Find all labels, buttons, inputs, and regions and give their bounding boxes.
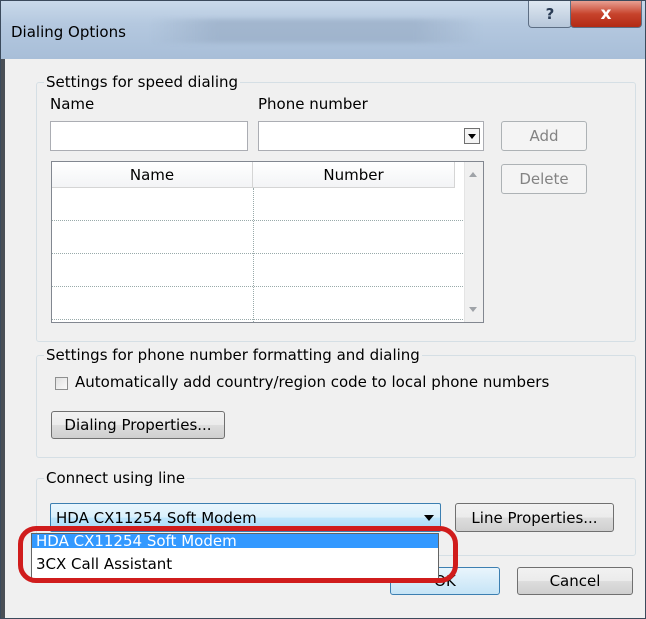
- table-header: Name Number: [52, 162, 455, 188]
- chevron-down-icon: [424, 514, 434, 521]
- dialog-client-area: Settings for speed dialing Name Phone nu…: [9, 59, 637, 611]
- line-select-value: HDA CX11254 Soft Modem: [56, 509, 257, 527]
- window-title: Dialing Options: [11, 23, 126, 41]
- phone-number-dropdown-button[interactable]: [462, 123, 482, 149]
- down-triangle-icon: [468, 133, 476, 139]
- help-button[interactable]: ?: [528, 1, 572, 28]
- highlight-annotation-ring: [18, 526, 458, 583]
- scroll-down-icon[interactable]: [469, 307, 477, 312]
- dialing-properties-button[interactable]: Dialing Properties...: [51, 411, 225, 439]
- name-input[interactable]: [50, 121, 248, 151]
- table-row[interactable]: [52, 221, 465, 254]
- scroll-up-icon[interactable]: [469, 172, 477, 177]
- line-properties-button[interactable]: Line Properties...: [455, 503, 614, 532]
- column-header-number[interactable]: Number: [253, 162, 455, 188]
- dialing-options-dialog: Dialing Options ? x Settings for speed d…: [0, 0, 646, 619]
- delete-button[interactable]: Delete: [501, 164, 587, 194]
- column-header-name[interactable]: Name: [52, 162, 253, 188]
- formatting-group-label: Settings for phone number formatting and…: [44, 346, 422, 364]
- add-button[interactable]: Add: [501, 121, 587, 151]
- speed-dialing-group-label: Settings for speed dialing: [44, 73, 241, 91]
- column-separator: [253, 188, 254, 322]
- phone-number-label: Phone number: [258, 95, 368, 113]
- chevron-down-icon: [464, 128, 480, 144]
- title-bar-blur: [151, 19, 481, 43]
- phone-number-combobox[interactable]: [258, 121, 484, 151]
- window-left-edge: [1, 1, 5, 618]
- country-code-checkbox-label: Automatically add country/region code to…: [75, 373, 550, 391]
- table-scrollbar[interactable]: [464, 162, 483, 322]
- close-button[interactable]: x: [570, 1, 642, 28]
- table-row[interactable]: [52, 188, 465, 221]
- country-code-checkbox[interactable]: [55, 377, 68, 390]
- connect-line-group-label: Connect using line: [44, 469, 188, 487]
- speed-dial-table[interactable]: Name Number: [51, 161, 484, 323]
- help-icon: ?: [545, 5, 555, 23]
- title-bar[interactable]: Dialing Options ? x: [1, 1, 645, 59]
- table-row[interactable]: [52, 287, 465, 320]
- table-row[interactable]: [52, 254, 465, 287]
- close-icon: x: [600, 4, 612, 24]
- formatting-group: Settings for phone number formatting and…: [36, 346, 636, 458]
- name-label: Name: [50, 95, 95, 113]
- cancel-button[interactable]: Cancel: [517, 567, 633, 595]
